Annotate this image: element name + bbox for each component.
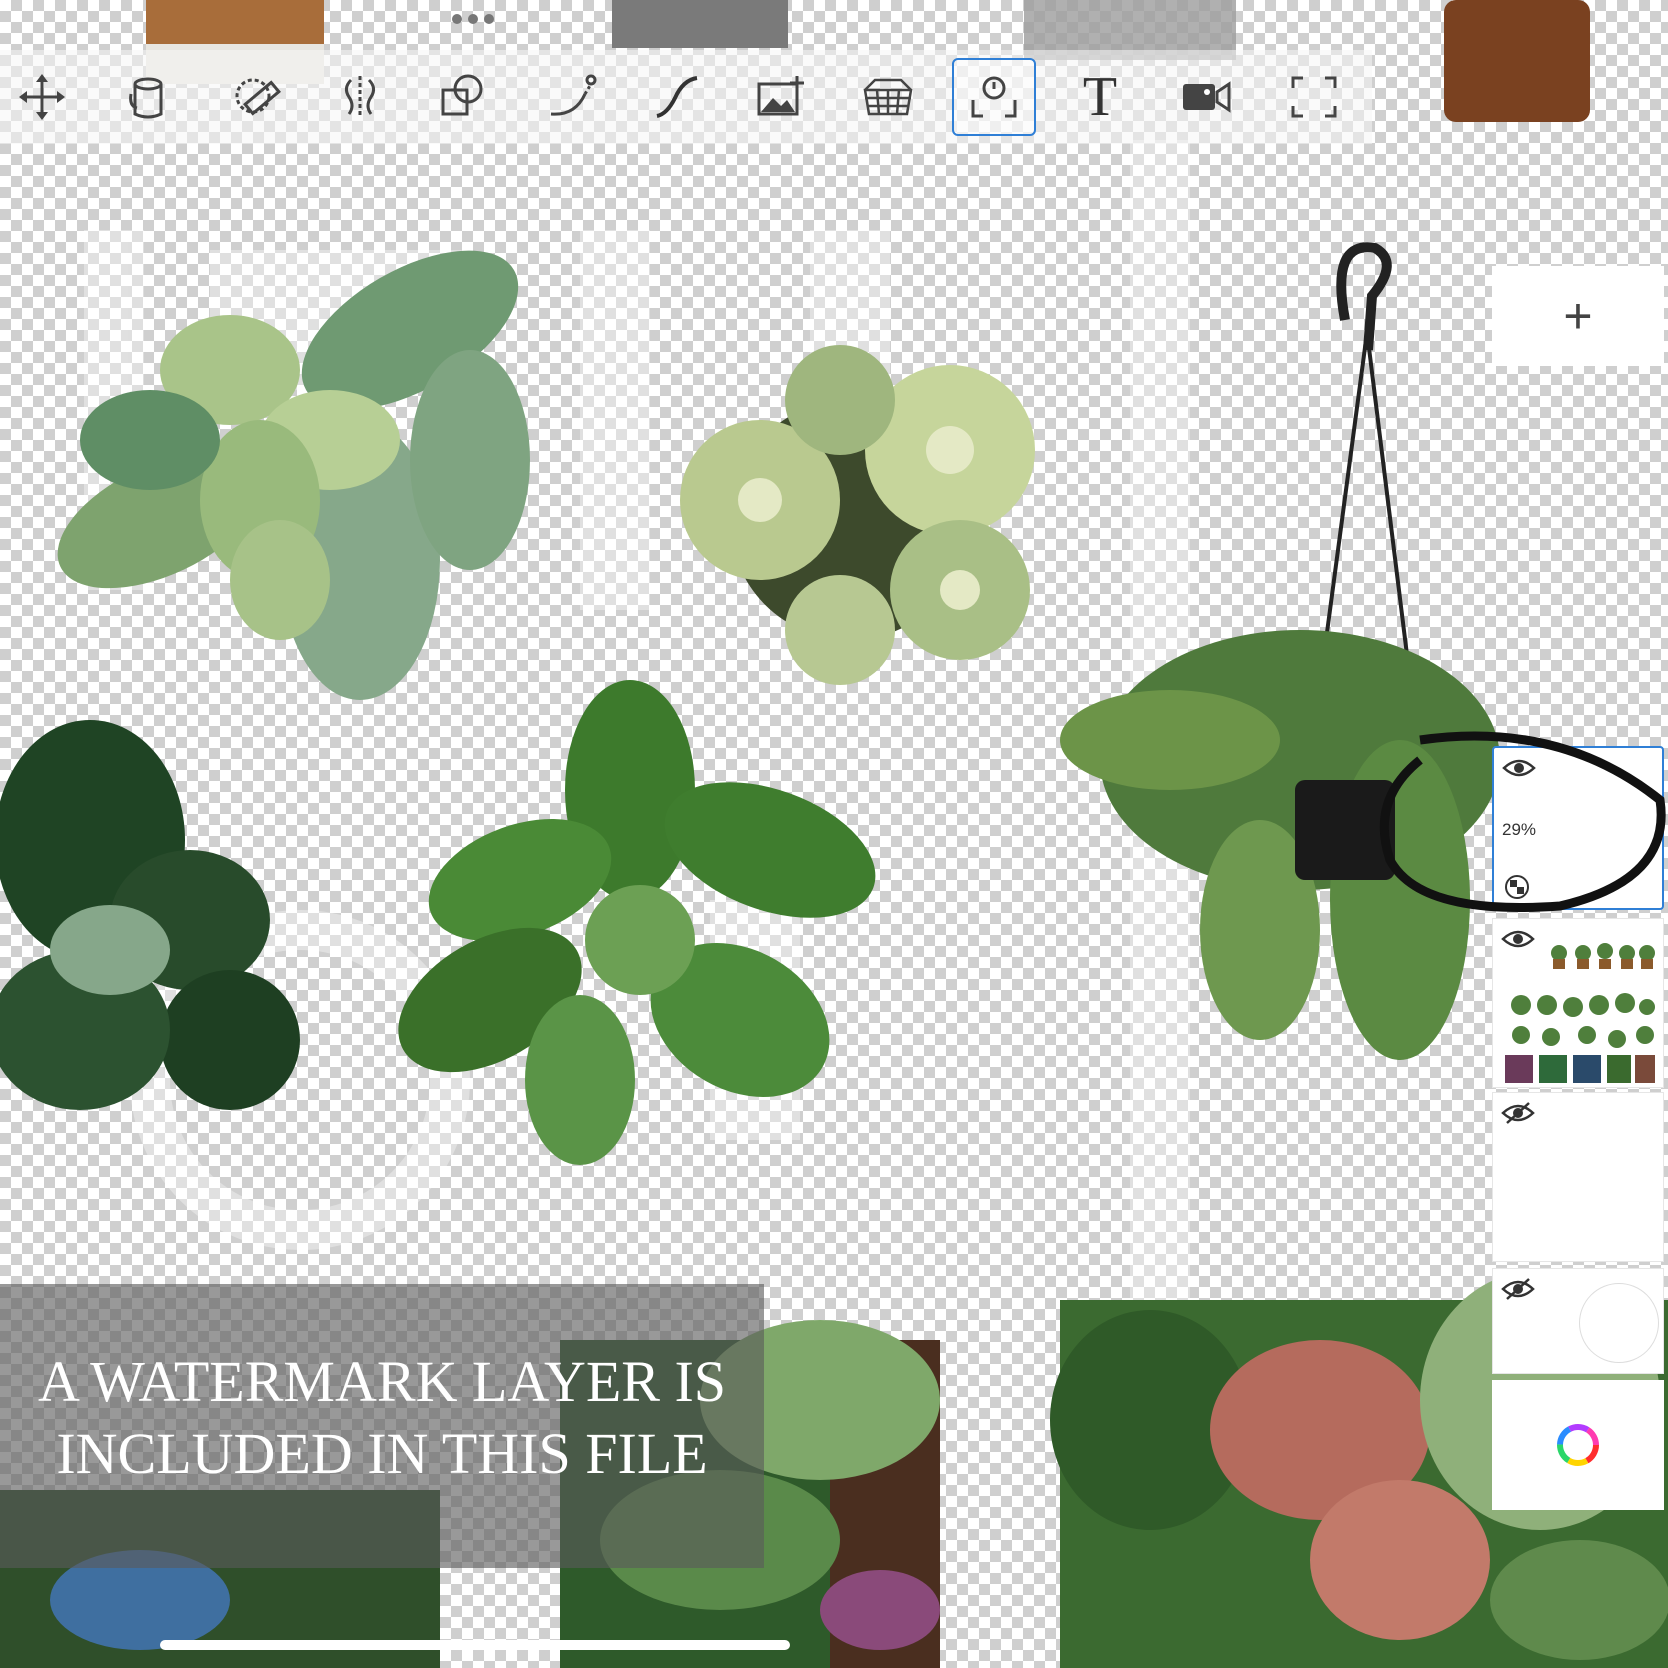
arrows-move-icon — [19, 74, 65, 120]
ruler-selection-icon — [235, 78, 281, 116]
stroke-tool-button[interactable] — [634, 58, 718, 136]
multitask-dots[interactable] — [452, 14, 500, 28]
eye-hidden-icon[interactable] — [1501, 1101, 1535, 1125]
shapes-tool-button[interactable] — [420, 58, 504, 136]
banner-line-1: A WATERMARK LAYER IS — [37, 1349, 727, 1414]
curve-tool-button[interactable] — [530, 58, 614, 136]
eye-icon[interactable] — [1502, 756, 1536, 780]
pot-top-left — [146, 0, 324, 50]
fullscreen-icon — [1291, 76, 1337, 118]
layer-item-hidden-1[interactable] — [1492, 1092, 1664, 1262]
fullscreen-tool-button[interactable] — [1272, 58, 1356, 136]
time-lapse-tool-button[interactable] — [952, 58, 1036, 136]
pot-top-right — [1444, 0, 1590, 122]
watermark-banner-text: A WATERMARK LAYER IS INCLUDED IN THIS FI… — [0, 1346, 764, 1490]
home-indicator[interactable] — [160, 1640, 790, 1650]
plus-icon: + — [1563, 288, 1593, 344]
alpha-lock-icon[interactable] — [1504, 874, 1530, 900]
calathea-plant — [0, 720, 300, 1110]
perspective-grid-icon — [863, 78, 913, 116]
bezier-curve-icon — [550, 74, 597, 116]
record-tool-button[interactable] — [1164, 58, 1248, 136]
ruler-tool-button[interactable] — [216, 58, 300, 136]
paint-bucket-icon — [129, 77, 163, 119]
color-wheel-icon — [1557, 1424, 1599, 1466]
layer-item-plants[interactable] — [1492, 918, 1664, 1088]
shapes-icon — [441, 74, 483, 116]
pot-top-grey — [612, 0, 788, 48]
symmetry-icon — [344, 76, 376, 118]
add-image-icon — [757, 76, 804, 116]
move-tool-button[interactable] — [0, 58, 84, 136]
stroke-icon — [656, 76, 698, 118]
color-picker-button[interactable] — [1492, 1380, 1664, 1510]
text-tool-button[interactable]: T — [1058, 58, 1142, 136]
hanging-plant — [1060, 242, 1500, 1060]
time-lapse-icon — [971, 76, 1017, 118]
layer-item-watermark[interactable]: 29% — [1492, 746, 1664, 910]
add-layer-button[interactable]: + — [1492, 266, 1664, 366]
layer-item-hidden-2[interactable] — [1492, 1268, 1664, 1374]
succulent-plant — [680, 345, 1035, 685]
import-image-tool-button[interactable] — [738, 58, 822, 136]
fill-tool-button[interactable] — [106, 58, 190, 136]
layer-thumbnail-circle — [1579, 1283, 1659, 1363]
symmetry-tool-button[interactable] — [318, 58, 402, 136]
eye-hidden-icon[interactable] — [1501, 1277, 1535, 1301]
plants-collage-thumbnail — [1505, 943, 1655, 1083]
text-icon: T — [1082, 66, 1118, 128]
perspective-tool-button[interactable] — [846, 58, 930, 136]
video-camera-icon — [1183, 81, 1231, 113]
banner-line-2: INCLUDED IN THIS FILE — [56, 1421, 708, 1486]
layer-opacity-label[interactable]: 29% — [1502, 820, 1536, 840]
